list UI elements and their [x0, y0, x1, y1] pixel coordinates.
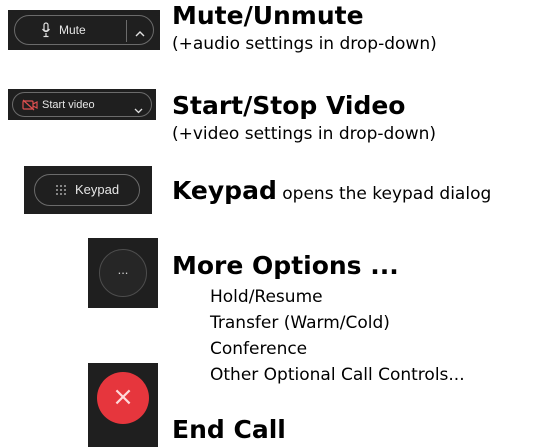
- keypad-control-preview: Keypad: [24, 166, 152, 214]
- mute-title: Mute/Unmute: [172, 1, 364, 30]
- start-video-button[interactable]: Start video: [12, 92, 152, 117]
- more-options-button[interactable]: ...: [99, 249, 147, 297]
- more-options-title: More Options ...: [172, 251, 399, 280]
- mute-button[interactable]: Mute: [14, 15, 154, 45]
- keypad-button[interactable]: Keypad: [34, 174, 140, 206]
- end-call-title: End Call: [172, 415, 286, 444]
- close-icon: ×: [112, 382, 134, 412]
- end-call-button[interactable]: ×: [97, 372, 149, 424]
- video-off-icon: [22, 98, 38, 116]
- keypad-icon: [55, 183, 67, 201]
- microphone-icon: [41, 22, 51, 43]
- more-options-preview: ...: [88, 238, 158, 308]
- keypad-button-label: Keypad: [75, 182, 120, 197]
- video-title: Start/Stop Video: [172, 91, 406, 120]
- keypad-caption: Keypad opens the keypad dialog: [172, 177, 491, 205]
- keypad-title: Keypad: [172, 176, 277, 205]
- option-other: Other Optional Call Controls...: [210, 365, 465, 385]
- start-video-label: Start video: [42, 99, 95, 111]
- option-conference: Conference: [210, 339, 308, 359]
- split-divider: [126, 20, 127, 42]
- option-hold-resume: Hold/Resume: [210, 287, 323, 307]
- video-control-preview: Start video: [8, 89, 156, 120]
- mute-button-label: Mute: [59, 23, 86, 37]
- keypad-description: opens the keypad dialog: [276, 184, 492, 204]
- video-subtitle: (+video settings in drop-down): [172, 124, 437, 144]
- chevron-down-icon[interactable]: [134, 101, 143, 119]
- more-dots-icon: ...: [117, 262, 129, 277]
- chevron-up-icon[interactable]: [135, 25, 145, 43]
- end-call-preview: ×: [88, 363, 158, 447]
- mute-control-preview: Mute: [8, 10, 160, 50]
- mute-subtitle: (+audio settings in drop-down): [172, 34, 437, 54]
- option-transfer: Transfer (Warm/Cold): [210, 313, 390, 333]
